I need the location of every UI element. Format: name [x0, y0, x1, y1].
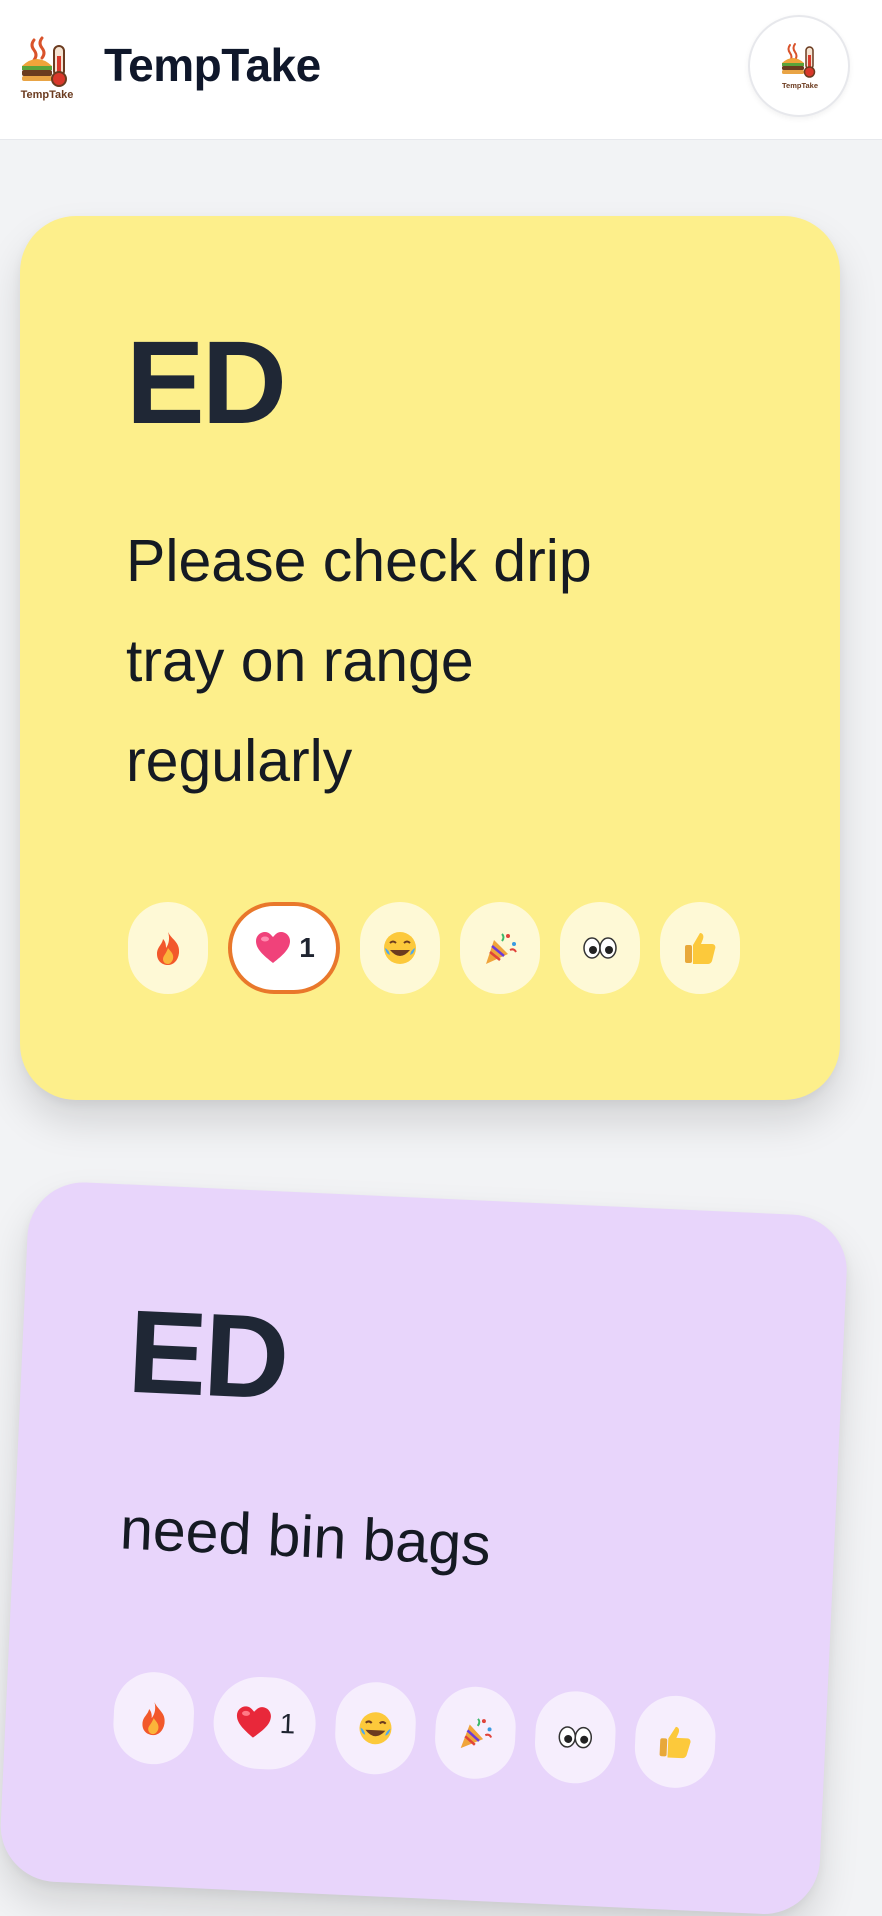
thumbs-up-icon [680, 928, 720, 968]
note-message: need bin bags [118, 1495, 493, 1579]
reaction-eyes-button[interactable] [533, 1689, 618, 1786]
reaction-heart-button[interactable]: 1 [211, 1674, 318, 1772]
avatar-logo-text: TempTake [782, 81, 818, 90]
reaction-laugh-button[interactable] [333, 1680, 418, 1777]
logo-text: TempTake [21, 89, 74, 101]
fire-icon [148, 928, 188, 968]
note-author: ED [125, 1285, 290, 1425]
note-card[interactable]: ED need bin bags 1 [0, 1180, 850, 1916]
reaction-heart-button[interactable]: 1 [228, 902, 340, 994]
reaction-fire-button[interactable] [111, 1670, 196, 1766]
reaction-party-button[interactable] [460, 902, 540, 994]
app-title: TempTake [104, 39, 321, 91]
eyes-icon [580, 928, 620, 968]
avatar-logo-icon: TempTake [782, 43, 818, 90]
reaction-count: 1 [299, 932, 315, 963]
reaction-party-button[interactable] [433, 1685, 518, 1781]
fire-icon [133, 1697, 175, 1739]
eyes-icon [554, 1716, 596, 1758]
reaction-row: 1 [128, 902, 740, 994]
note-card[interactable]: ED Please check drip tray on range regul… [20, 216, 840, 1100]
reaction-laugh-button[interactable] [360, 902, 440, 994]
thumbs-up-icon [654, 1721, 696, 1763]
heart-icon [253, 928, 293, 968]
laughing-icon [380, 928, 420, 968]
reaction-eyes-button[interactable] [560, 902, 640, 994]
app-header: TempTake TempTake TempTake [0, 0, 882, 140]
temptake-logo-icon[interactable]: TempTake [12, 36, 82, 102]
party-popper-icon [454, 1712, 496, 1754]
heart-icon [233, 1702, 275, 1744]
avatar-button[interactable]: TempTake [748, 15, 850, 117]
reaction-count: 1 [279, 1707, 297, 1740]
note-author: ED [126, 317, 287, 449]
note-message: Please check drip tray on range regularl… [126, 528, 592, 794]
party-popper-icon [480, 928, 520, 968]
reaction-thumbs-up-button[interactable] [660, 902, 740, 994]
reaction-fire-button[interactable] [128, 902, 208, 994]
reaction-row: 1 [111, 1670, 718, 1790]
laughing-icon [355, 1707, 397, 1749]
reaction-thumbs-up-button[interactable] [633, 1694, 718, 1790]
